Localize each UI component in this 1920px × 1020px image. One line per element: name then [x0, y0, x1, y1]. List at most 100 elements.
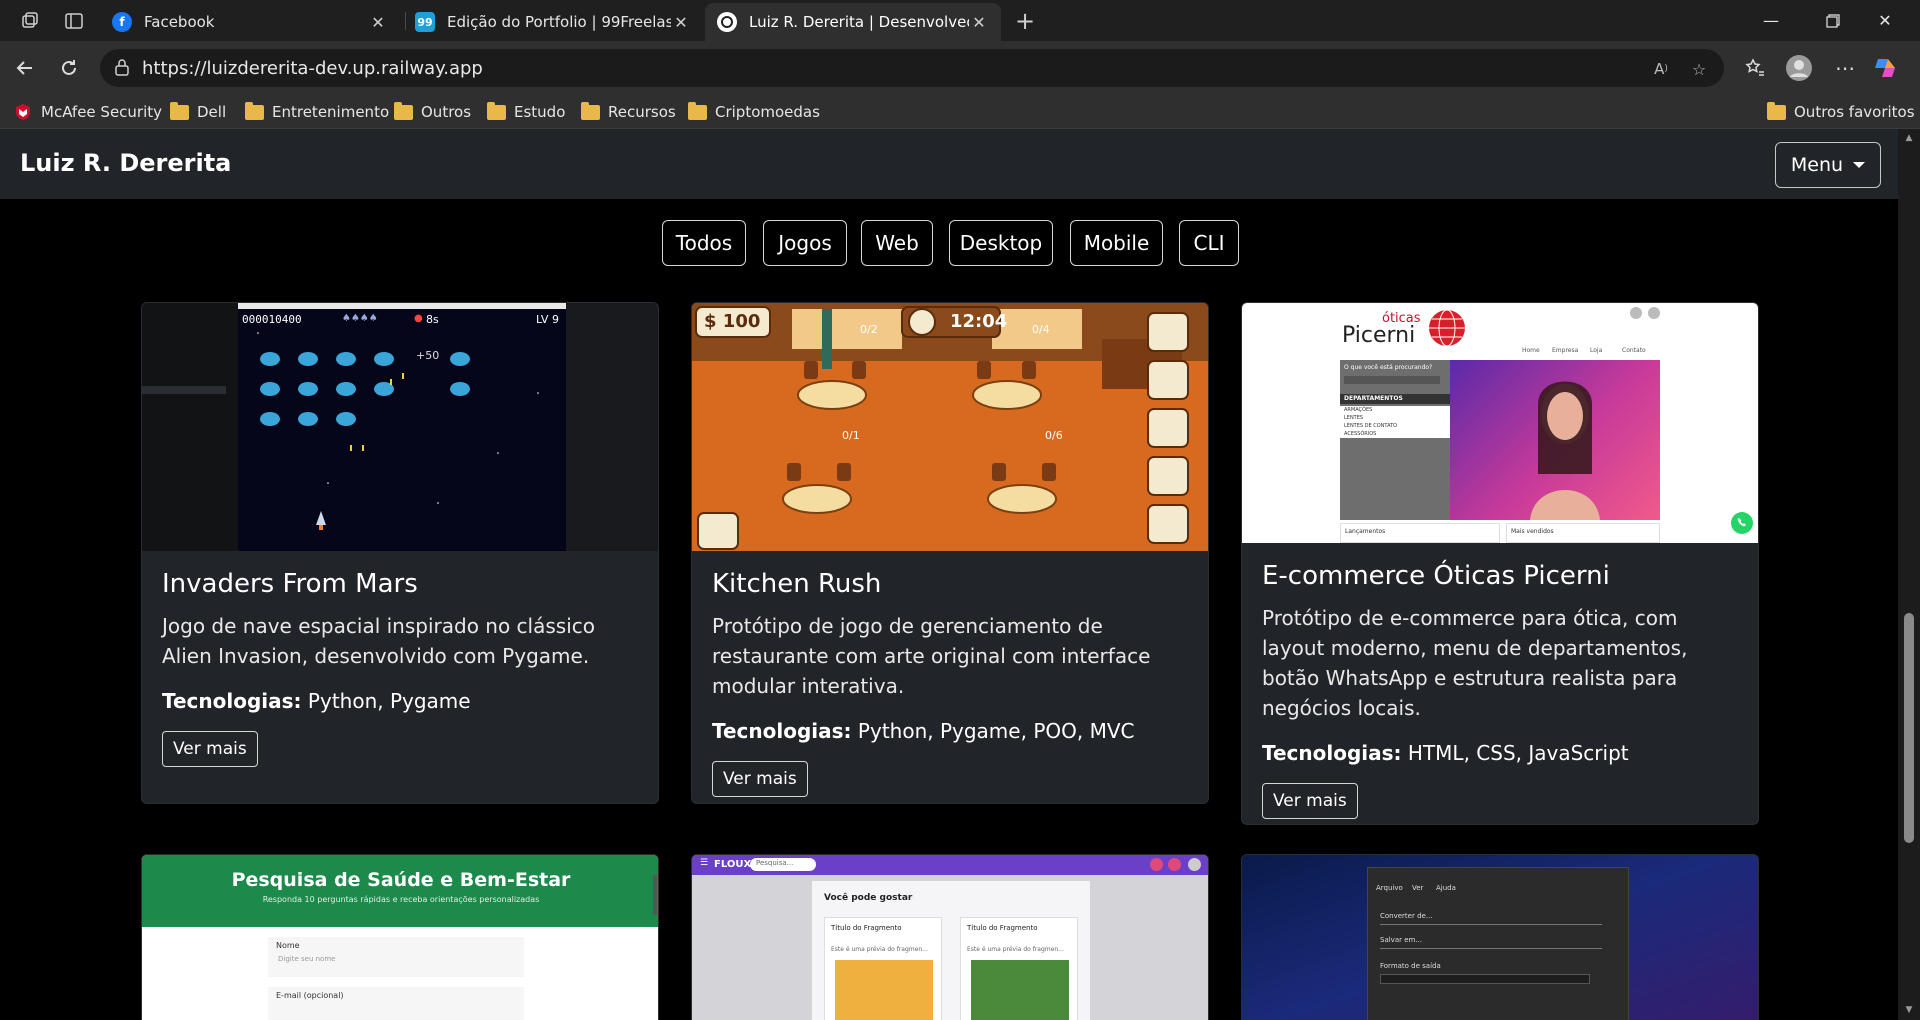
filter-todos[interactable]: Todos — [662, 220, 746, 266]
lock-icon[interactable] — [114, 58, 130, 80]
scroll-down-icon[interactable]: ▼ — [1903, 1005, 1915, 1015]
bookmark-dell[interactable]: Dell — [170, 101, 227, 122]
project-description: Protótipo de e-commerce para ótica, com … — [1262, 606, 1688, 720]
read-aloud-icon[interactable]: A) — [1650, 58, 1672, 80]
restaurant-scene — [692, 303, 1208, 550]
filter-desktop[interactable]: Desktop — [949, 220, 1053, 266]
project-screenshot: óticas Picerni Home Empresa Loja Contato… — [1242, 303, 1758, 543]
cart-icon — [1630, 307, 1642, 319]
table-counter: 0/1 — [842, 429, 860, 442]
filter-cli[interactable]: CLI — [1179, 220, 1239, 266]
project-description: Protótipo de jogo de gerenciamento de re… — [712, 614, 1151, 698]
favorite-star-icon[interactable]: ☆ — [1688, 58, 1710, 80]
address-bar[interactable]: https://luizdererita-dev.up.railway.app … — [100, 49, 1724, 87]
departments-sidebar: O que você está procurando? DEPARTAMENTO… — [1340, 360, 1450, 520]
profile-avatar-icon[interactable] — [1784, 53, 1814, 83]
ver-mais-button[interactable]: Ver mais — [162, 731, 258, 767]
section-label: Mais vendidos — [1511, 528, 1554, 535]
bookmark-other-favorites[interactable]: Outros favoritos — [1767, 101, 1915, 122]
scrollbar-track[interactable] — [1898, 129, 1920, 1020]
preview-scrollbar — [653, 875, 657, 915]
close-tab-icon[interactable]: ✕ — [969, 13, 989, 32]
converter-field-label: Converter de... — [1380, 912, 1433, 920]
bookmark-label: McAfee Security — [41, 103, 163, 121]
site-brand[interactable]: Luiz R. Dererita — [20, 149, 231, 177]
bookmark-outros[interactable]: Outros — [394, 101, 472, 122]
tab-title: Facebook — [144, 13, 215, 31]
section-lancamentos: Lançamentos — [1340, 523, 1500, 543]
bookmark-label: Dell — [197, 103, 227, 121]
vertical-tabs-icon[interactable] — [62, 9, 86, 33]
table-counter: 0/2 — [860, 323, 878, 336]
project-card-picerni: óticas Picerni Home Empresa Loja Contato… — [1241, 302, 1759, 825]
scrollbar-thumb[interactable] — [1904, 613, 1914, 843]
bookmark-label: Recursos — [608, 103, 676, 121]
filter-jogos[interactable]: Jogos — [763, 220, 847, 266]
message-icon — [1168, 858, 1181, 871]
favorites-icon[interactable] — [1740, 53, 1770, 83]
survey-header — [142, 855, 658, 927]
close-tab-icon[interactable]: ✕ — [671, 13, 691, 32]
copilot-icon[interactable] — [1870, 53, 1900, 83]
converter-menu-arquivo: Arquivo — [1376, 884, 1403, 892]
hero-banner — [1450, 360, 1660, 520]
bookmark-recursos[interactable]: Recursos — [581, 101, 676, 122]
floux-navbar: ☰ FLOUX Pesquisa... — [692, 855, 1208, 875]
bookmark-label: Outros favoritos — [1794, 103, 1915, 121]
store-nav-home: Home — [1522, 347, 1540, 354]
menu-label: Menu — [1790, 154, 1844, 176]
project-title: E-commerce Óticas Picerni — [1262, 561, 1610, 591]
editor-sidebar — [142, 303, 238, 551]
tab-facebook[interactable]: f Facebook ✕ — [100, 3, 400, 41]
bookmark-label: Outros — [421, 103, 472, 121]
suggestions-panel: Você pode gostar Título do Fragmento Est… — [812, 881, 1090, 1020]
store-logo: Picerni — [1342, 323, 1416, 348]
avatar — [1188, 858, 1201, 871]
section-label: Lançamentos — [1345, 528, 1386, 535]
tech-label: Tecnologias: — [1262, 741, 1402, 765]
bookmark-entretenimento[interactable]: Entretenimento — [245, 101, 389, 122]
whatsapp-icon — [1731, 512, 1753, 534]
bookmark-mcafee[interactable]: McAfee Security — [14, 102, 162, 122]
tab-portfolio[interactable]: Luiz R. Dererita | Desenvolvedor F ✕ — [705, 3, 1001, 41]
project-technologies: Tecnologias: Python, Pygame, POO, MVC — [712, 719, 1188, 743]
suggestions-title: Você pode gostar — [824, 893, 913, 903]
project-card-kitchen-rush: $ 100 12:04 0/2 0/4 0/1 0/6 Kitchen Rush… — [691, 302, 1209, 804]
tech-list: Python, Pygame, POO, MVC — [857, 719, 1135, 743]
more-options-icon[interactable]: ⋯ — [1830, 53, 1860, 83]
refresh-icon[interactable] — [54, 53, 84, 83]
converter-field-label: Salvar em... — [1380, 936, 1423, 944]
close-window-icon[interactable]: ✕ — [1862, 0, 1908, 41]
notification-icon — [1150, 858, 1163, 871]
site-icon — [717, 12, 737, 32]
workspaces-icon[interactable] — [18, 9, 42, 33]
facebook-icon: f — [112, 12, 132, 32]
restore-icon[interactable] — [1810, 0, 1856, 41]
filter-web[interactable]: Web — [861, 220, 933, 266]
bookmark-criptomoedas[interactable]: Criptomoedas — [688, 101, 820, 122]
tab-title: Edição do Portfolio | 99Freelas — [447, 13, 671, 31]
project-card-invaders: 000010400 ♠♠♠♠ ● 8s LV 9 +50 Invaders Fr… — [141, 302, 659, 804]
project-technologies: Tecnologias: HTML, CSS, JavaScript — [1262, 741, 1738, 765]
caret-down-icon — [1853, 162, 1866, 168]
new-tab-icon[interactable]: + — [1013, 7, 1037, 35]
ver-mais-button[interactable]: Ver mais — [1262, 783, 1358, 819]
menu-dropdown-button[interactable]: Menu — [1775, 142, 1881, 188]
dept-item: LENTES — [1344, 415, 1364, 421]
dept-item: ACESSÓRIOS — [1344, 431, 1377, 437]
section-mais-vendidos: Mais vendidos — [1506, 523, 1660, 543]
back-icon[interactable] — [10, 53, 40, 83]
globe-logo-icon — [1429, 309, 1465, 347]
scroll-up-icon[interactable]: ▲ — [1903, 133, 1915, 143]
tab-99freelas[interactable]: 99 Edição do Portfolio | 99Freelas ✕ — [403, 3, 703, 41]
filter-mobile[interactable]: Mobile — [1070, 220, 1163, 266]
close-tab-icon[interactable]: ✕ — [368, 13, 388, 32]
minimize-icon[interactable]: — — [1748, 0, 1794, 41]
bookmark-estudo[interactable]: Estudo — [487, 101, 565, 122]
ver-mais-button[interactable]: Ver mais — [712, 761, 808, 797]
tech-label: Tecnologias: — [712, 719, 852, 743]
bookmarks-bar: McAfee Security Dell Entretenimento Outr… — [0, 95, 1920, 129]
store-nav-loja: Loja — [1590, 347, 1603, 354]
tech-list: Python, Pygame — [307, 689, 471, 713]
field-placeholder[interactable]: Digite seu nome — [278, 955, 335, 963]
